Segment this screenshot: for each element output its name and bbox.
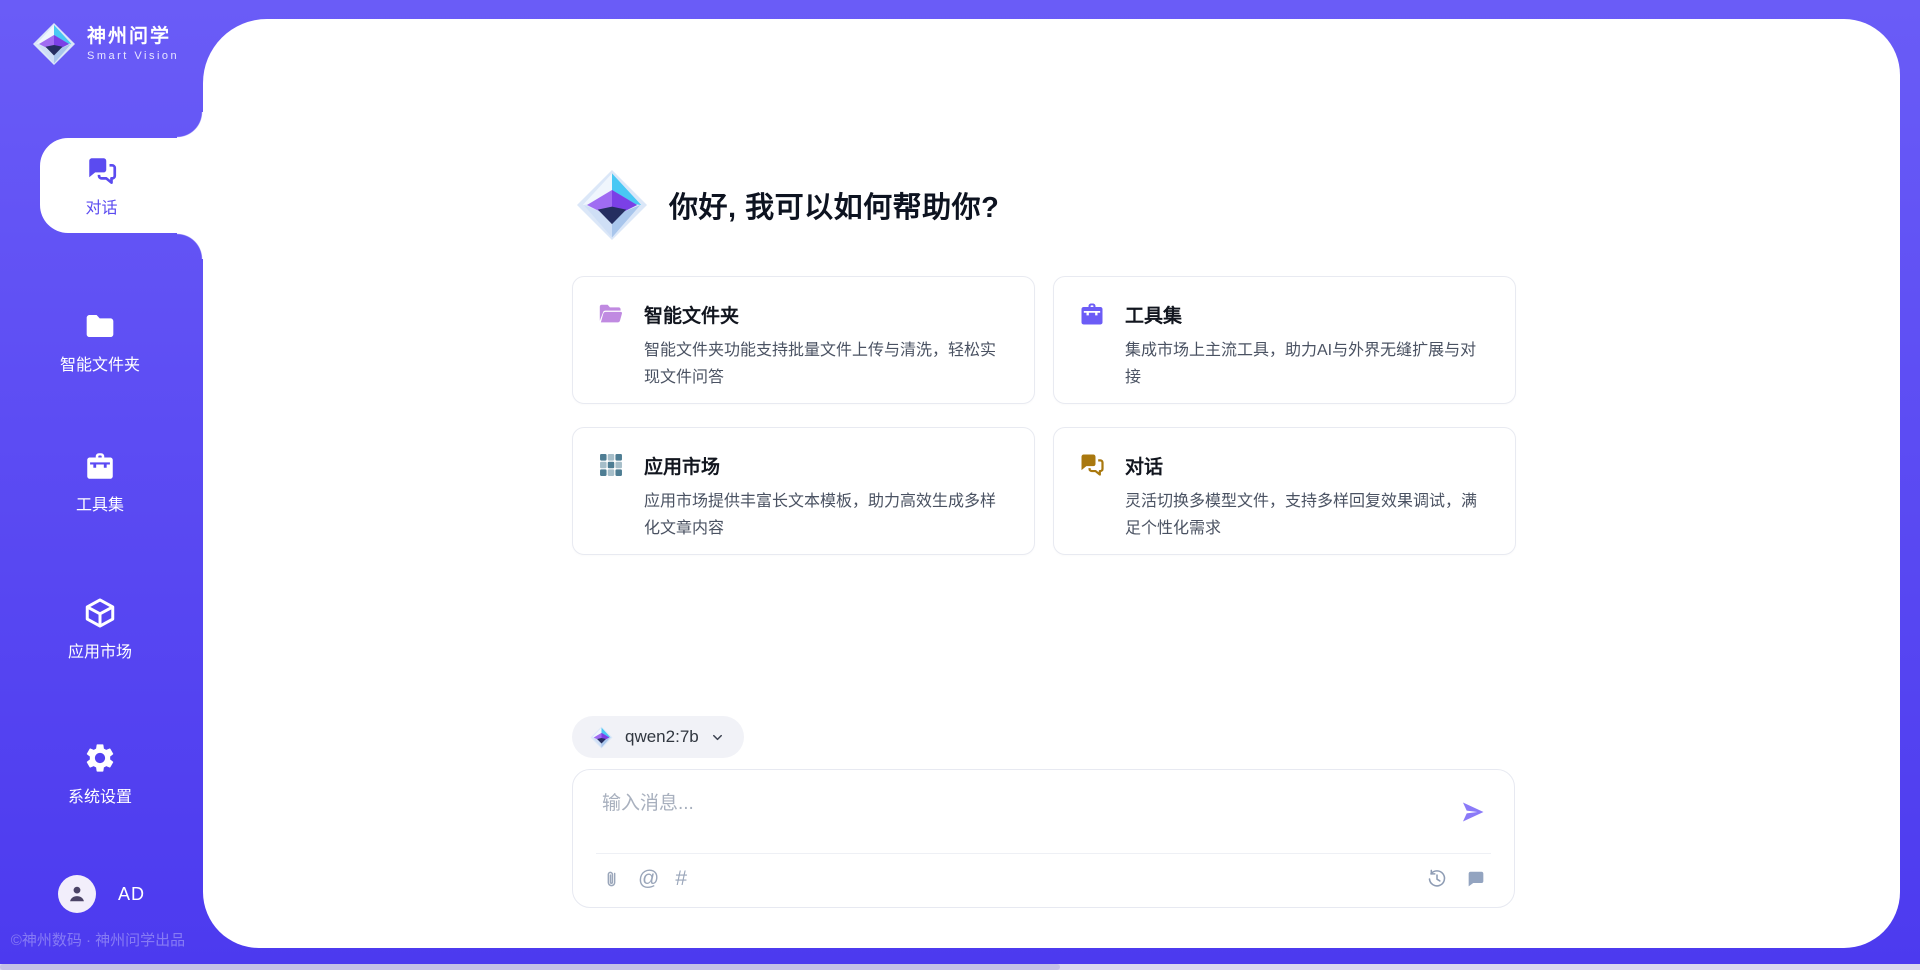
brand-logo-diamond-icon [30,20,78,68]
model-logo-diamond-icon [589,725,614,750]
feature-cards: 智能文件夹智能文件夹功能支持批量文件上传与清洗，轻松实现文件问答工具集集成市场上… [572,276,1516,555]
card-description: 应用市场提供丰富长文本模板，助力高效生成多样化文章内容 [644,488,1010,542]
toolbox-icon [1078,300,1106,328]
message-composer: @ # [572,769,1515,908]
chat-icon [84,153,120,189]
tab-fillet-bottom [177,233,203,259]
sidebar-item-label: 工具集 [76,491,124,515]
gear-icon [82,740,118,776]
card-head: 对话 [1078,451,1491,479]
card-title: 工具集 [1125,301,1182,328]
model-name: qwen2:7b [625,727,699,747]
composer-divider [596,853,1491,854]
chevron-down-icon[interactable] [710,730,725,745]
user-initials: AD [118,884,145,905]
avatar[interactable] [58,875,96,913]
composer-left-tools: @ # [600,868,687,890]
message-input[interactable] [600,792,1424,816]
model-selector[interactable]: qwen2:7b [572,716,744,758]
sidebar-item-label: 对话 [85,194,117,218]
chat-bubble-icon[interactable] [1465,868,1487,890]
sidebar-item-label: 系统设置 [68,783,132,807]
user-row[interactable]: AD [58,875,145,913]
sidebar-item-3[interactable]: 应用市场 [0,595,200,662]
cube-icon [82,595,118,631]
card-title: 应用市场 [644,452,720,479]
feature-card-4[interactable]: 对话灵活切换多模型文件，支持多样回复效果调试，满足个性化需求 [1053,427,1516,555]
paperclip-icon[interactable] [600,868,622,890]
feature-card-3[interactable]: 应用市场应用市场提供丰富长文本模板，助力高效生成多样化文章内容 [572,427,1035,555]
card-head: 应用市场 [597,451,1010,479]
main-panel: 你好, 我可以如何帮助你? 智能文件夹智能文件夹功能支持批量文件上传与清洗，轻松… [203,19,1900,948]
horizontal-scrollbar[interactable] [0,964,1920,970]
sidebar-item-label: 应用市场 [68,638,132,662]
feature-card-1[interactable]: 智能文件夹智能文件夹功能支持批量文件上传与清洗，轻松实现文件问答 [572,276,1035,404]
grid-icon [597,451,625,479]
mention-at-icon[interactable]: @ [638,868,659,890]
card-description: 智能文件夹功能支持批量文件上传与清洗，轻松实现文件问答 [644,337,1010,391]
sidebar-item-4[interactable]: 系统设置 [0,740,200,807]
card-description: 灵活切换多模型文件，支持多样回复效果调试，满足个性化需求 [1125,488,1491,542]
card-description: 集成市场上主流工具，助力AI与外界无缝扩展与对接 [1125,337,1491,391]
main-content: 你好, 我可以如何帮助你? 智能文件夹智能文件夹功能支持批量文件上传与清洗，轻松… [572,19,1516,948]
chat-icon [1078,451,1106,479]
folder-icon [82,308,118,344]
sidebar-item-label: 智能文件夹 [60,351,140,375]
sidebar: 神州问学 Smart Vision 对话智能文件夹工具集应用市场系统设置 AD … [0,0,203,970]
composer-right-tools [1426,868,1487,890]
send-icon[interactable] [1459,798,1487,826]
hash-icon[interactable]: # [675,868,687,890]
greeting-text: 你好, 我可以如何帮助你? [669,184,999,226]
card-head: 工具集 [1078,300,1491,328]
feature-card-2[interactable]: 工具集集成市场上主流工具，助力AI与外界无缝扩展与对接 [1053,276,1516,404]
scrollbar-thumb[interactable] [0,964,1060,970]
greeting: 你好, 我可以如何帮助你? [572,165,999,245]
history-icon[interactable] [1426,868,1448,890]
toolbox-icon [82,448,118,484]
copyright-text: ©神州数码 · 神州问学出品 [0,929,196,950]
card-title: 智能文件夹 [644,301,739,328]
brand-subtitle: Smart Vision [87,50,179,62]
card-head: 智能文件夹 [597,300,1010,328]
greeting-logo-diamond-icon [572,165,652,245]
card-title: 对话 [1125,452,1163,479]
sidebar-item-1[interactable]: 智能文件夹 [0,308,200,375]
brand-title: 神州问学 [87,26,179,49]
brand: 神州问学 Smart Vision [30,20,179,68]
sidebar-item-2[interactable]: 工具集 [0,448,200,515]
tab-fillet-top [177,112,203,138]
sidebar-item-active[interactable]: 对话 [40,138,203,233]
folder-open-icon [597,300,625,328]
